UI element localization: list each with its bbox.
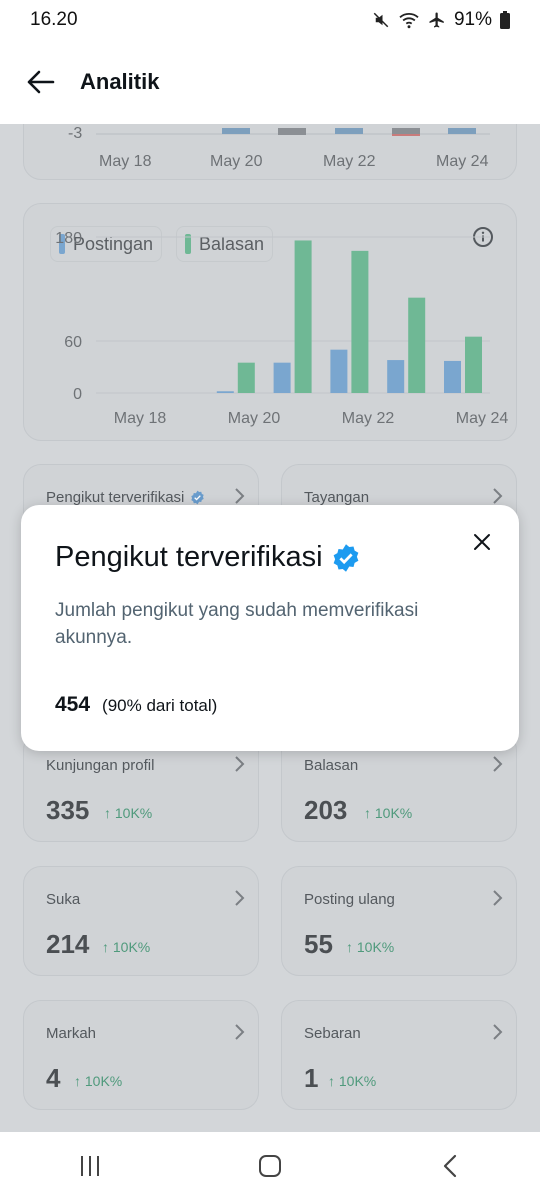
chevron-right-icon bbox=[492, 1023, 504, 1046]
stat-label: Balasan bbox=[304, 757, 359, 774]
home-button[interactable] bbox=[240, 1136, 300, 1196]
chevron-right-icon bbox=[234, 755, 246, 778]
bar-postingan[interactable] bbox=[273, 362, 291, 393]
battery-icon bbox=[500, 11, 510, 29]
verified-badge-icon bbox=[191, 490, 205, 505]
chevron-right-icon bbox=[492, 889, 504, 912]
y-tick-label: 180 bbox=[55, 230, 82, 247]
x-tick-label: May 24 bbox=[456, 410, 509, 427]
battery-level: 91% bbox=[453, 9, 492, 30]
top-chart-bar bbox=[448, 128, 476, 134]
arrow-left-icon bbox=[27, 70, 55, 94]
stat-card-shares[interactable]: Sebaran 1 ↑ 10K% bbox=[281, 1000, 517, 1110]
top-chart-x-label: May 24 bbox=[436, 153, 489, 170]
bar-postingan[interactable] bbox=[444, 360, 461, 393]
stat-change: ↑ 10K% bbox=[346, 939, 395, 955]
stat-label: Sebaran bbox=[304, 1025, 361, 1042]
chevron-right-icon bbox=[492, 755, 504, 778]
bar-postingan[interactable] bbox=[387, 360, 405, 393]
top-chart-bar bbox=[335, 128, 363, 134]
top-chart-x-label: May 18 bbox=[99, 153, 152, 170]
verified-followers-popup: Pengikut terverifikasi Jumlah pengikut y… bbox=[21, 505, 519, 751]
stat-value: 335 bbox=[46, 795, 90, 825]
popup-count: 454 bbox=[55, 693, 91, 716]
chevron-right-icon bbox=[234, 1023, 246, 1046]
stat-change: ↑ 10K% bbox=[328, 1073, 377, 1089]
bar-balasan[interactable] bbox=[465, 336, 482, 393]
top-chart-bar bbox=[392, 128, 420, 135]
wifi-icon bbox=[398, 11, 420, 29]
stat-card-likes[interactable]: Suka 214 ↑ 10K% bbox=[23, 866, 259, 976]
bar-chart: 180 60 0 May 18 May 20 May 22 May 24 bbox=[55, 230, 509, 427]
status-time: 16.20 bbox=[30, 9, 78, 30]
verified-badge-icon bbox=[333, 543, 358, 572]
bar-balasan[interactable] bbox=[351, 250, 369, 393]
home-icon bbox=[259, 1155, 281, 1177]
bar-balasan[interactable] bbox=[408, 297, 426, 393]
popup-title-wrap: Pengikut terverifikasi bbox=[55, 541, 361, 574]
y-tick-label: 60 bbox=[64, 334, 82, 351]
stat-change: ↑ 10K% bbox=[74, 1073, 123, 1089]
stat-label: Pengikut terverifikasi bbox=[46, 489, 185, 506]
recent-apps-icon bbox=[81, 1156, 99, 1176]
stat-label-wrap: Pengikut terverifikasi bbox=[46, 489, 205, 506]
stat-value: 214 bbox=[46, 929, 90, 959]
bar-balasan[interactable] bbox=[294, 240, 312, 393]
top-chart-x-label: May 22 bbox=[323, 153, 376, 170]
stat-change: ↑ 10K% bbox=[104, 805, 153, 821]
popup-percent: (90% dari total) bbox=[102, 696, 218, 715]
stat-label: Suka bbox=[46, 891, 81, 908]
x-tick-label: May 18 bbox=[114, 410, 167, 427]
popup-title: Pengikut terverifikasi bbox=[55, 541, 323, 573]
back-button[interactable] bbox=[26, 67, 56, 97]
stat-value: 4 bbox=[46, 1063, 61, 1093]
chevron-left-icon bbox=[443, 1154, 457, 1178]
app-bar: Analitik bbox=[0, 40, 540, 124]
popup-description: Jumlah pengikut yang sudah memverifikasi… bbox=[55, 600, 419, 648]
system-back-button[interactable] bbox=[420, 1136, 480, 1196]
page-title: Analitik bbox=[80, 69, 160, 94]
chevron-right-icon bbox=[234, 889, 246, 912]
x-tick-label: May 20 bbox=[228, 410, 281, 427]
bar-postingan[interactable] bbox=[330, 349, 348, 393]
airplane-icon bbox=[428, 11, 446, 29]
stat-value: 203 bbox=[304, 795, 348, 825]
stat-change: ↑ 10K% bbox=[102, 939, 151, 955]
close-button[interactable] bbox=[467, 527, 497, 557]
status-icons: 91% bbox=[372, 9, 510, 31]
stat-value: 55 bbox=[304, 929, 333, 959]
top-chart-bar bbox=[222, 128, 250, 134]
stat-label: Kunjungan profil bbox=[46, 757, 155, 774]
stat-label: Posting ulang bbox=[304, 891, 395, 908]
stat-value: 1 bbox=[304, 1063, 319, 1093]
top-chart-bar bbox=[278, 128, 306, 135]
recent-apps-button[interactable] bbox=[60, 1136, 120, 1196]
top-chart-x-label: May 20 bbox=[210, 153, 263, 170]
mute-icon bbox=[372, 11, 390, 29]
top-chart-card: -3 May 18 May 20 May 22 May 24 bbox=[23, 124, 517, 180]
status-bar: 16.20 91% bbox=[0, 0, 540, 40]
close-icon bbox=[474, 534, 490, 550]
stat-label: Tayangan bbox=[304, 489, 370, 506]
system-nav-bar bbox=[0, 1132, 540, 1200]
stat-card-bookmarks[interactable]: Markah 4 ↑ 10K% bbox=[23, 1000, 259, 1110]
bar-balasan[interactable] bbox=[237, 362, 255, 393]
x-tick-label: May 22 bbox=[342, 410, 395, 427]
bar-postingan[interactable] bbox=[216, 391, 234, 393]
y-tick-label: 0 bbox=[73, 386, 82, 403]
stat-card-reposts[interactable]: Posting ulang 55 ↑ 10K% bbox=[281, 866, 517, 976]
bar-chart-card: Postingan Balasan 180 60 0 May 18 May 20 May … bbox=[23, 203, 517, 441]
stat-change: ↑ 10K% bbox=[364, 805, 413, 821]
popup-stat: 454 (90% dari total) bbox=[55, 693, 217, 717]
stat-label: Markah bbox=[46, 1025, 97, 1042]
